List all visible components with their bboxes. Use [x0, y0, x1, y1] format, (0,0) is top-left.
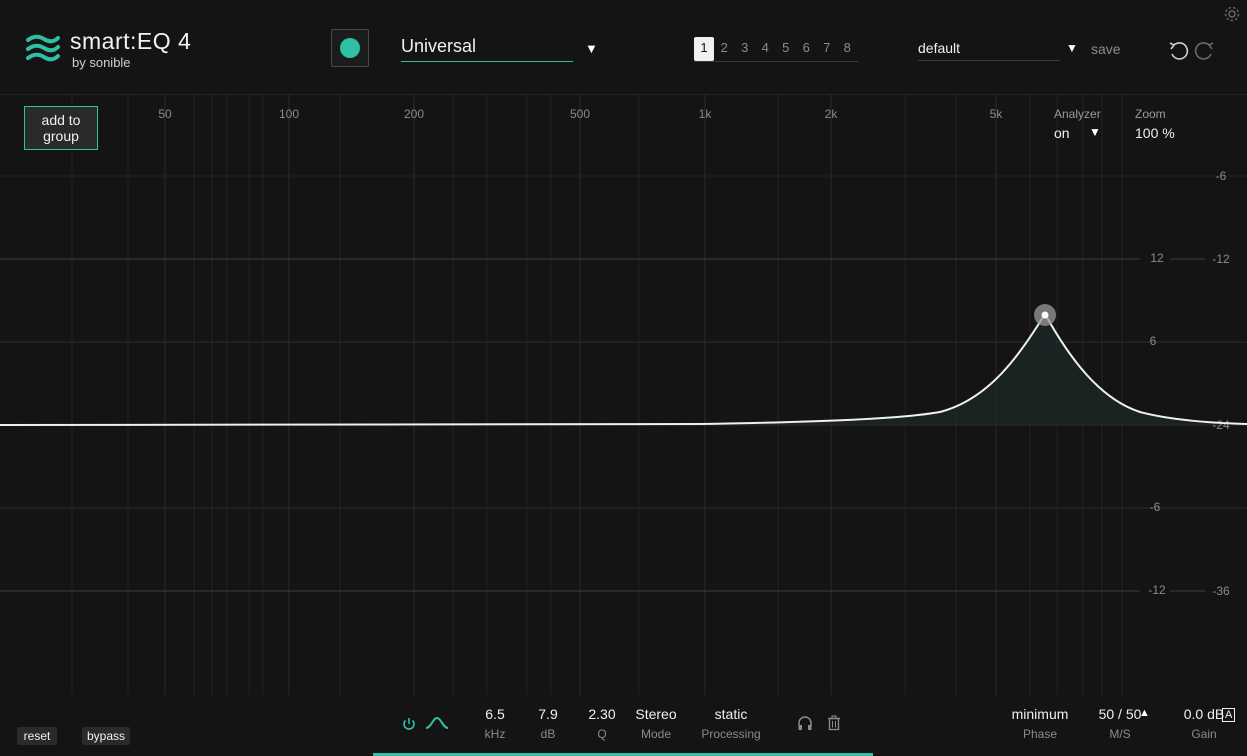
dropdown-arrow-icon[interactable]: ▼	[585, 41, 598, 56]
slot-3[interactable]: 3	[735, 37, 756, 61]
logo-waves-icon	[26, 34, 60, 62]
freq-label: 100	[279, 107, 299, 121]
slot-6[interactable]: 6	[796, 37, 817, 61]
band-gain[interactable]: 7.9 dB	[533, 706, 563, 741]
band-frequency-unit: kHz	[484, 727, 506, 741]
trash-icon[interactable]	[827, 715, 841, 731]
gain-axis-labels-outer: -6 -12 -24 -36	[1212, 169, 1230, 598]
redo-icon[interactable]	[1193, 40, 1215, 60]
gain-label: -12	[1148, 583, 1166, 597]
save-button[interactable]: save	[1091, 41, 1121, 57]
slot-2[interactable]: 2	[714, 37, 735, 61]
band-processing[interactable]: static Processing	[697, 706, 765, 741]
freq-label: 500	[570, 107, 590, 121]
phase-label: Phase	[1022, 727, 1058, 741]
eq-graph[interactable]: 50 100 200 500 1k 2k 5k 12 6 -6 -12 -6 -…	[0, 94, 1247, 695]
freq-label: 50	[158, 107, 172, 121]
triangle-up-icon[interactable]: ▲	[1139, 707, 1150, 719]
band-q-value: 2.30	[588, 706, 616, 722]
gain-label: -6	[1150, 500, 1161, 514]
add-to-group-line1: add to	[41, 112, 81, 128]
band-processing-value: static	[714, 706, 748, 722]
add-to-group-line2: group	[43, 128, 79, 144]
band-gain-value: 7.9	[538, 706, 558, 722]
profile-selector[interactable]: Universal	[401, 36, 573, 62]
output-gain-label: Gain	[1191, 727, 1217, 741]
band-frequency[interactable]: 6.5 kHz	[480, 706, 510, 741]
band-mode-value: Stereo	[635, 706, 677, 722]
gain-label: -6	[1216, 169, 1227, 183]
phase-control[interactable]: minimum Phase	[1008, 706, 1072, 741]
reset-button[interactable]: reset	[17, 727, 57, 745]
vertical-grid	[71, 94, 1123, 695]
freq-label: 1k	[699, 107, 713, 121]
bell-filter-icon[interactable]	[425, 716, 449, 730]
band-q-unit: Q	[597, 727, 607, 741]
zoom-label: Zoom	[1135, 107, 1166, 121]
gain-label: 6	[1150, 334, 1157, 348]
gain-label: 12	[1150, 251, 1164, 265]
freq-label: 2k	[825, 107, 839, 121]
band-frequency-value: 6.5	[485, 706, 505, 722]
gain-label: -36	[1212, 584, 1230, 598]
gain-label: -12	[1212, 252, 1230, 266]
bypass-button[interactable]: bypass	[82, 727, 130, 745]
add-to-group-button[interactable]: add to group	[24, 106, 98, 150]
zoom-value[interactable]: 100 %	[1135, 125, 1175, 141]
brand-name: smart:EQ 4	[70, 28, 192, 54]
slot-8[interactable]: 8	[837, 37, 858, 61]
dropdown-arrow-icon[interactable]: ▼	[1066, 41, 1078, 55]
phase-value: minimum	[1011, 706, 1069, 722]
undo-icon[interactable]	[1168, 40, 1190, 60]
learn-indicator	[340, 38, 360, 58]
ms-label: M/S	[1109, 727, 1131, 741]
slot-5[interactable]: 5	[776, 37, 797, 61]
brand-by: by sonible	[72, 55, 131, 70]
analyzer-label: Analyzer	[1054, 107, 1101, 121]
slot-4[interactable]: 4	[755, 37, 776, 61]
slot-selector: 1 2 3 4 5 6 7 8	[694, 37, 858, 62]
band-handle[interactable]	[1034, 304, 1056, 326]
band-mode-label: Mode	[640, 727, 672, 741]
band-mode[interactable]: Stereo Mode	[632, 706, 680, 741]
preset-selector[interactable]: default	[918, 40, 1060, 61]
freq-label: 200	[404, 107, 424, 121]
gain-label: -24	[1212, 418, 1230, 432]
learn-button[interactable]	[331, 29, 369, 67]
slot-7[interactable]: 7	[817, 37, 838, 61]
freq-label: 5k	[990, 107, 1004, 121]
auto-gain-toggle[interactable]: A	[1222, 708, 1236, 722]
slot-1[interactable]: 1	[694, 37, 714, 61]
profile-name: Universal	[401, 36, 477, 56]
power-icon[interactable]	[401, 716, 417, 732]
gear-icon[interactable]	[1223, 5, 1241, 23]
band-processing-label: Processing	[701, 727, 761, 741]
frequency-axis-labels: 50 100 200 500 1k 2k 5k	[158, 107, 1003, 121]
band-q[interactable]: 2.30 Q	[585, 706, 619, 741]
dropdown-arrow-icon[interactable]: ▼	[1089, 125, 1101, 139]
analyzer-value[interactable]: on	[1054, 125, 1070, 141]
headphones-icon[interactable]	[797, 715, 813, 731]
eq-curve-fill	[700, 314, 1247, 424]
header-bar: smart:EQ 4 by sonible Universal ▼ 1 2 3 …	[0, 0, 1247, 95]
band-gain-unit: dB	[540, 727, 556, 741]
